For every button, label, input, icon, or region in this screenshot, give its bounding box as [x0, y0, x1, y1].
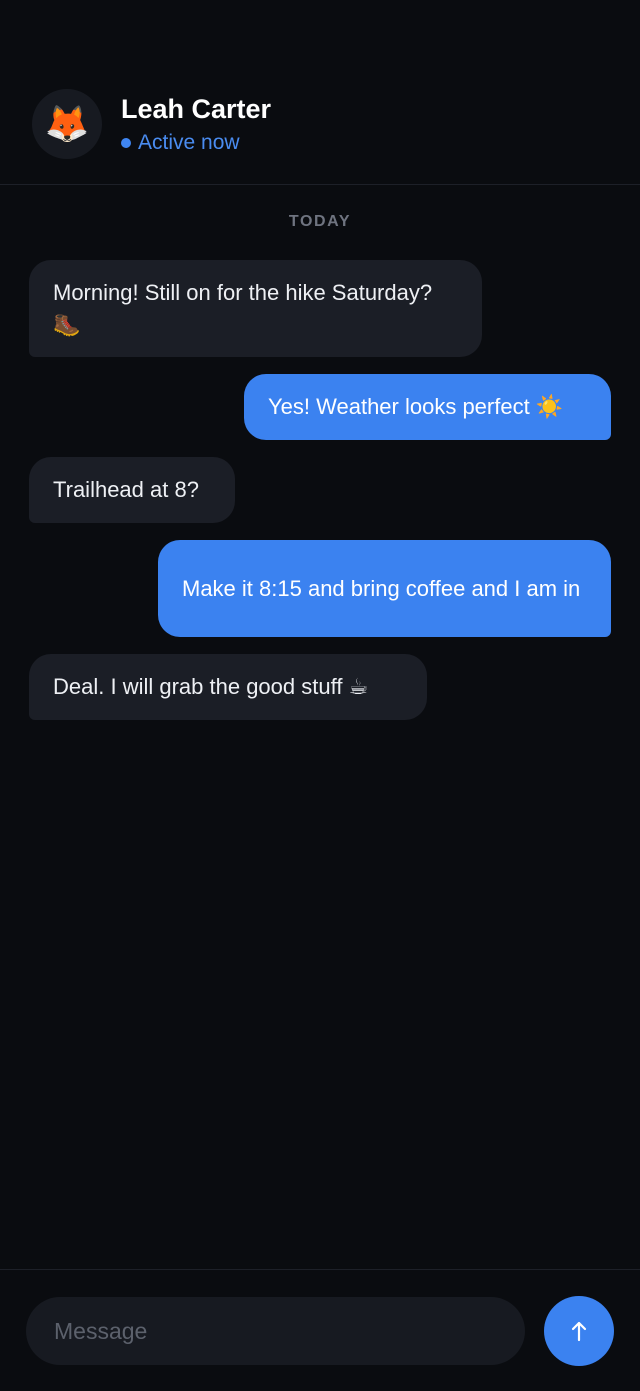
day-divider: TODAY [288, 213, 352, 230]
fox-icon: 🦊 [44, 103, 90, 144]
avatar[interactable]: 🦊 [32, 89, 102, 159]
status-text: Active now [138, 131, 240, 154]
message-bubble-outgoing[interactable]: Yes! Weather looks perfect ☀️ [244, 374, 611, 440]
message-bubble-outgoing[interactable]: Make it 8:15 and bring coffee and I am i… [158, 540, 611, 637]
message-bubble-incoming[interactable]: Trailhead at 8? [29, 457, 235, 523]
presence-status: Active now [121, 131, 240, 155]
message-bubble-incoming[interactable]: Morning! Still on for the hike Saturday?… [29, 260, 482, 357]
chat-header: 🦊 Leah Carter Active now [0, 0, 640, 185]
online-dot-icon [121, 138, 131, 148]
send-button[interactable] [544, 1296, 614, 1366]
message-input[interactable] [26, 1297, 525, 1365]
message-bubble-incoming[interactable]: Deal. I will grab the good stuff ☕ [29, 654, 427, 720]
chat-screen: 🦊 Leah Carter Active now TODAY Morning! … [0, 0, 640, 1391]
composer-bar [0, 1269, 640, 1391]
arrow-up-icon [571, 1321, 587, 1342]
contact-name[interactable]: Leah Carter [121, 94, 271, 125]
